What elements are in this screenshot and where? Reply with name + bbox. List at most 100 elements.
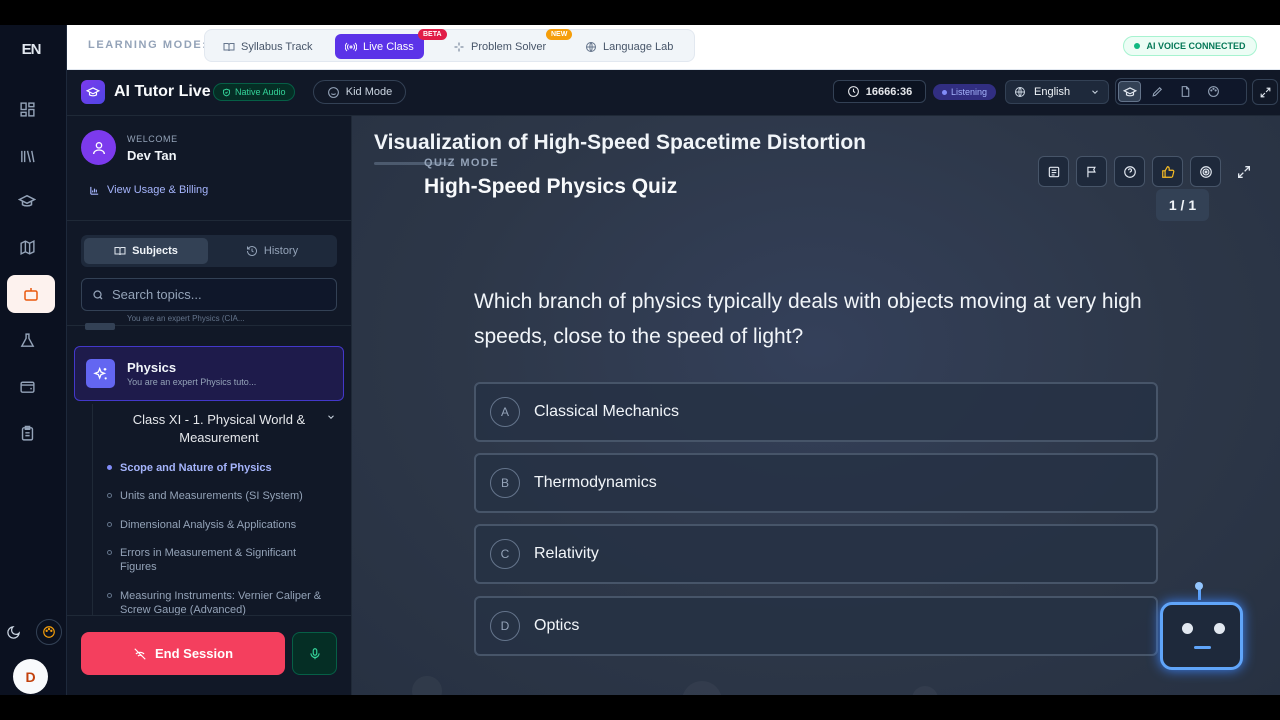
fullscreen-icon[interactable] xyxy=(1228,156,1259,187)
kid-mode-button[interactable]: Kid Mode xyxy=(313,80,406,104)
clipboard-icon[interactable] xyxy=(13,419,41,447)
topic-bullet xyxy=(107,550,112,555)
app-title: AI Tutor Live xyxy=(114,83,211,100)
topic-bullet xyxy=(107,593,112,598)
listening-text: Listening xyxy=(950,87,988,97)
answer-option-a[interactable]: A Classical Mechanics xyxy=(474,382,1158,442)
subject-icon-peek xyxy=(85,323,115,330)
chapter-title[interactable]: Class XI - 1. Physical World & Measureme… xyxy=(119,411,319,447)
target-icon[interactable] xyxy=(1190,156,1221,187)
search-icon xyxy=(93,289,103,299)
moon-icon[interactable] xyxy=(0,619,26,645)
tab-history[interactable]: History xyxy=(210,238,334,264)
help-icon[interactable] xyxy=(1114,156,1145,187)
tab-syllabus-track[interactable]: Syllabus Track xyxy=(213,34,323,59)
palette-icon[interactable] xyxy=(1202,81,1225,102)
user-name: Dev Tan xyxy=(127,148,177,163)
search-box xyxy=(81,278,337,311)
library-icon[interactable] xyxy=(13,142,41,170)
robot-mouth xyxy=(1194,646,1211,649)
user-avatar[interactable]: D xyxy=(13,659,48,694)
tab-problem-solver[interactable]: Problem Solver NEW xyxy=(443,29,573,59)
sparkle-icon xyxy=(454,42,464,51)
mic-button[interactable] xyxy=(292,632,337,675)
quiz-title: High-Speed Physics Quiz xyxy=(424,175,678,198)
topic-label: Dimensional Analysis & Applications xyxy=(120,519,297,531)
subject-card-physics[interactable]: Physics You are an expert Physics tuto..… xyxy=(74,346,344,401)
user-icon[interactable] xyxy=(81,130,116,165)
bar-chart-icon xyxy=(90,186,99,195)
tab-live-class[interactable]: Live Class BETA xyxy=(335,29,447,59)
topic-bullet xyxy=(107,522,112,527)
language-select[interactable]: English xyxy=(1005,80,1109,104)
listening-dot xyxy=(941,89,947,95)
tab-label: Problem Solver xyxy=(471,40,547,53)
answer-option-d[interactable]: D Optics xyxy=(474,596,1158,656)
flag-icon[interactable] xyxy=(1076,156,1107,187)
answer-option-b[interactable]: B Thermodynamics xyxy=(474,453,1158,513)
sidebar-tabs: Subjects History xyxy=(81,235,337,267)
notes-icon[interactable] xyxy=(1038,156,1069,187)
voice-status-badge: AI VOICE CONNECTED xyxy=(1123,36,1257,56)
wallet-icon[interactable] xyxy=(13,372,41,400)
topic-item[interactable]: Errors in Measurement & Significant Figu… xyxy=(107,546,332,574)
tool-toolbar xyxy=(1115,78,1247,105)
tab-label: Language Lab xyxy=(603,40,674,53)
topic-item[interactable]: Scope and Nature of Physics xyxy=(107,461,332,475)
search-input[interactable] xyxy=(112,287,322,302)
pen-icon[interactable] xyxy=(1146,81,1169,102)
topic-bullet xyxy=(107,493,112,498)
learning-mode-tabs: Syllabus Track Live Class BETA Problem S… xyxy=(204,29,695,62)
broadcast-icon xyxy=(345,42,357,51)
billing-label: View Usage & Billing xyxy=(107,184,209,196)
tab-subjects[interactable]: Subjects xyxy=(84,238,208,264)
voice-status-text: AI VOICE CONNECTED xyxy=(1146,41,1246,51)
shield-check-icon xyxy=(223,88,230,96)
flask-icon[interactable] xyxy=(13,326,41,354)
app-frame: EN D LEARNING MODE: Syllabus Track Live … xyxy=(0,25,1280,695)
topic-item[interactable]: Units and Measurements (SI System) xyxy=(107,489,332,503)
question-text: Which branch of physics typically deals … xyxy=(474,290,1142,348)
option-text: Relativity xyxy=(534,545,599,562)
topic-label: Units and Measurements (SI System) xyxy=(120,490,303,502)
app-logo[interactable]: EN xyxy=(17,37,45,61)
chevron-down-icon[interactable] xyxy=(326,412,336,422)
map-icon[interactable] xyxy=(13,233,41,261)
graduation-cap-icon[interactable] xyxy=(13,187,41,215)
learning-mode-label: LEARNING MODE: xyxy=(88,39,208,51)
robot-avatar-icon[interactable] xyxy=(1160,602,1243,670)
topic-label: Errors in Measurement & Significant Figu… xyxy=(120,547,297,573)
timer-value: 16666:36 xyxy=(865,85,913,98)
palette-icon[interactable] xyxy=(36,619,62,645)
option-letter: A xyxy=(490,397,520,427)
grid-icon[interactable] xyxy=(13,95,41,123)
topic-item[interactable]: Dimensional Analysis & Applications xyxy=(107,518,332,532)
file-icon[interactable] xyxy=(1174,81,1197,102)
status-dot xyxy=(1134,43,1141,49)
graduation-cap-icon[interactable] xyxy=(1118,81,1141,102)
left-rail: EN D xyxy=(0,25,67,695)
tab-label: History xyxy=(263,245,299,257)
end-session-button[interactable]: End Session xyxy=(81,632,285,675)
topic-label: Measuring Instruments: Vernier Caliper &… xyxy=(120,590,322,616)
book-icon xyxy=(114,247,126,256)
bg-particle xyxy=(412,676,442,695)
answer-option-c[interactable]: C Relativity xyxy=(474,524,1158,584)
robot-icon[interactable] xyxy=(7,275,55,313)
topic-label: Scope and Nature of Physics xyxy=(120,462,272,474)
robot-antenna-tip xyxy=(1195,582,1203,590)
option-text: Classical Mechanics xyxy=(534,403,679,420)
robot-eye xyxy=(1214,623,1225,634)
stage-controls xyxy=(1038,156,1259,187)
tab-language-lab[interactable]: Language Lab xyxy=(575,34,683,59)
end-session-label: End Session xyxy=(154,646,234,661)
tab-label: Live Class xyxy=(363,40,414,53)
topic-item[interactable]: Measuring Instruments: Vernier Caliper &… xyxy=(107,589,332,617)
expand-icon[interactable] xyxy=(1252,79,1278,105)
option-letter: B xyxy=(490,468,520,498)
native-audio-text: Native Audio xyxy=(235,87,286,97)
billing-link[interactable]: View Usage & Billing xyxy=(89,184,208,196)
top-bar: LEARNING MODE: Syllabus Track Live Class… xyxy=(67,25,1280,70)
thumbs-up-icon[interactable] xyxy=(1152,156,1183,187)
mic-icon xyxy=(309,647,320,659)
